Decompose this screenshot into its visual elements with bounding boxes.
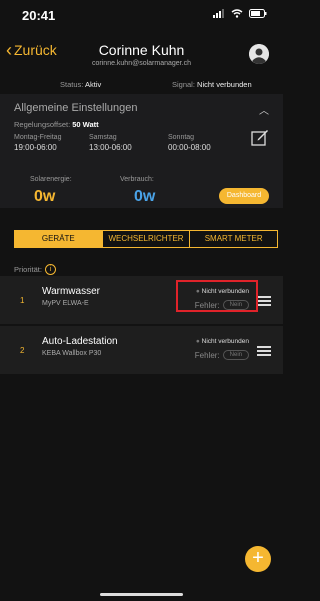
schedule-time: 19:00-06:00 <box>14 143 57 152</box>
error-badge: Nein <box>222 350 249 360</box>
list-item[interactable]: 2 Auto-Ladestation KEBA Wallbox P30 ● Ni… <box>0 326 283 374</box>
schedule-day: Sonntag <box>168 134 195 141</box>
status-bar: 20:41 <box>0 0 283 28</box>
dashboard-button[interactable]: Dashboard <box>219 188 269 204</box>
add-device-button[interactable]: + <box>245 546 271 572</box>
signal-info: Signal: Nicht verbunden <box>172 80 252 89</box>
priority-label: Priorität: <box>14 265 42 274</box>
plus-icon: + <box>252 547 264 569</box>
solar-value: 0w <box>34 188 56 205</box>
status-time: 20:41 <box>22 8 56 23</box>
tab-bar: GERÄTE WECHSELRICHTER SMART METER <box>14 230 279 248</box>
collapse-icon[interactable]: ︿ <box>259 102 269 117</box>
user-icon <box>249 44 269 64</box>
consumption-label: Verbrauch: <box>120 176 154 183</box>
device-status: ● Nicht verbunden <box>195 338 249 345</box>
schedule-day: Montag-Freitag <box>14 134 62 141</box>
info-icon[interactable]: i <box>44 264 56 275</box>
signal-icon <box>213 9 224 18</box>
tab-smart-meter[interactable]: SMART METER <box>190 230 279 248</box>
battery-icon <box>249 9 267 18</box>
schedule-day: Samstag <box>89 134 117 141</box>
header: ‹ Zurück Corinne Kuhn corinne.kuhn@solar… <box>0 30 283 74</box>
schedule-time: 13:00-06:00 <box>89 143 132 152</box>
drag-handle-icon[interactable] <box>257 296 271 308</box>
tab-geraete[interactable]: GERÄTE <box>14 230 103 248</box>
device-name: Auto-Ladestation <box>42 336 118 347</box>
home-indicator <box>100 593 183 596</box>
status-dot-icon: ● <box>195 338 200 345</box>
device-number: 2 <box>20 346 25 355</box>
device-model: KEBA Wallbox P30 <box>42 350 102 357</box>
wifi-icon <box>231 9 243 18</box>
user-email: corinne.kuhn@solarmanager.ch <box>92 60 191 67</box>
priority-row: Priorität: i <box>14 264 56 275</box>
regulation-offset: Regelungsoffset: 50 Watt <box>14 120 99 129</box>
device-name: Warmwasser <box>42 286 100 297</box>
device-error: Fehler: Nein <box>195 350 249 360</box>
drag-handle-icon[interactable] <box>257 346 271 358</box>
device-model: MyPV ELWA-E <box>42 300 89 307</box>
user-name: Corinne Kuhn <box>98 42 185 58</box>
device-number: 1 <box>20 296 25 305</box>
highlight-box <box>176 280 258 312</box>
tab-wechselrichter[interactable]: WECHSELRICHTER <box>102 230 191 248</box>
schedule-time: 00:00-08:00 <box>168 143 211 152</box>
settings-title: Allgemeine Einstellungen <box>14 102 138 114</box>
solar-label: Solarenergie: <box>30 176 72 183</box>
consumption-value: 0w <box>134 188 156 205</box>
avatar[interactable] <box>249 44 269 64</box>
edit-icon[interactable] <box>251 128 269 146</box>
settings-card: Allgemeine Einstellungen ︿ Regelungsoffs… <box>0 94 283 208</box>
status-icons <box>213 9 267 18</box>
status-info: Status: Aktiv <box>60 80 102 89</box>
